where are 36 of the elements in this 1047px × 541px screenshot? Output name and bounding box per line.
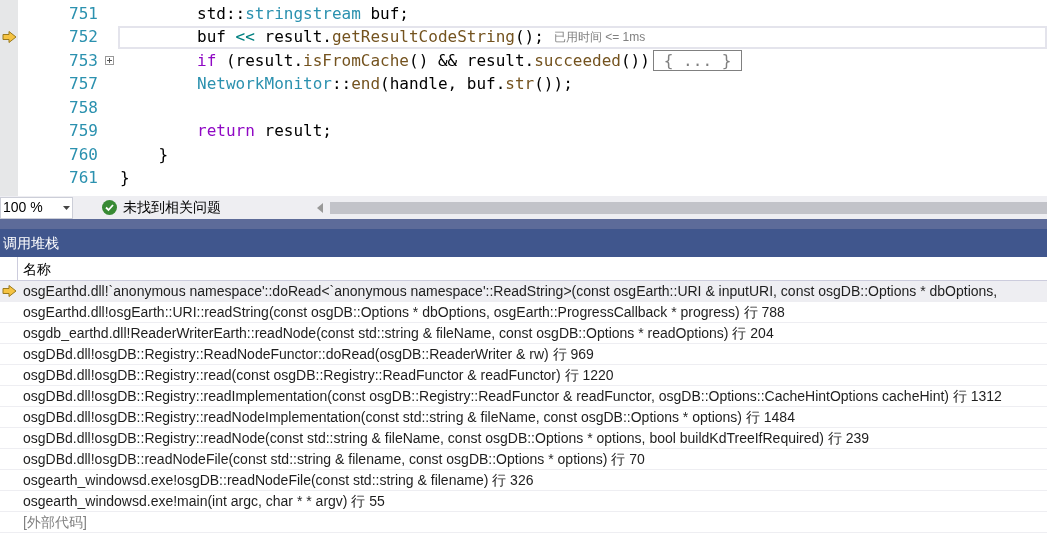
line-number: 751 — [68, 2, 99, 25]
code-line: return result; — [196, 120, 333, 143]
call-stack-frame[interactable]: osgDBd.dll!osgDB::Registry::ReadNodeFunctor::doRead(osgDB::ReaderWriter & rw) 行 969 — [18, 344, 599, 364]
call-stack-frame[interactable]: osgEarthd.dll!osgEarth::URI::readString(const osgDB::Options * dbOptions, osgEarth::ProgressCallback * progress) 行 788 — [18, 302, 790, 322]
call-stack-frame[interactable]: [外部代码] — [18, 512, 92, 532]
line-number: 759 — [68, 120, 99, 143]
call-stack-frame[interactable]: osgDBd.dll!osgDB::Registry::read(const osgDB::Registry::ReadFunctor & readFunctor) 行 1220 — [18, 365, 619, 385]
code-line: NetworkMonitor::end(handle, buf.str()); — [196, 73, 574, 96]
call-stack-frame[interactable]: osgdb_earthd.dll!ReaderWriterEarth::readNode(const std::string & fileName, const osgDB::Options * readOptions) 行 204 — [18, 323, 779, 343]
call-stack-frame[interactable]: osgDBd.dll!osgDB::Registry::readNode(const std::string & fileName, const osgDB::Options * options, bool buildKdTreeIfRequired) 行 239 — [18, 428, 875, 448]
line-number: 753 — [68, 49, 99, 72]
line-number: 757 — [68, 73, 99, 96]
code-line: std::stringstream buf; — [196, 2, 410, 25]
line-number: 761 — [68, 167, 99, 190]
call-stack-frame[interactable]: osgearth_windowsd.exe!osgDB::readNodeFile(const std::string & filename) 行 326 — [18, 470, 539, 490]
line-number: 758 — [68, 96, 99, 119]
call-stack-frame[interactable]: osgDBd.dll!osgDB::Registry::readNodeImplementation(const std::string & fileName, const osgDB::Options * options) 行 1484 — [18, 407, 800, 427]
call-stack-frame[interactable]: osgDBd.dll!osgDB::Registry::readImplementation(const osgDB::Registry::ReadFunctor & readFunctor, osgDB::Options::CacheHintOptions cacheHint) 行 1312 — [18, 386, 1007, 406]
expand-icon[interactable] — [104, 56, 114, 66]
code-line: } — [119, 167, 131, 190]
panel-title: 调用堆栈 — [3, 233, 59, 253]
column-header[interactable]: 名称 — [18, 257, 56, 280]
code-line: } — [157, 143, 170, 166]
line-number: 760 — [68, 143, 99, 166]
caret-icon — [63, 205, 70, 210]
call-stack-frame[interactable]: osgearth_windowsd.exe!main(int argc, char * * argv) 行 55 — [18, 491, 390, 511]
line-number: 752 — [68, 26, 99, 49]
check-icon — [102, 200, 117, 215]
call-stack-frame[interactable]: osgDBd.dll!osgDB::readNodeFile(const std::string & filename, const osgDB::Options * options) 行 70 — [18, 449, 650, 469]
zoom-dropdown[interactable]: 100 % — [0, 196, 73, 219]
horizontal-scrollbar[interactable] — [330, 201, 1047, 214]
collapsed-block[interactable]: { ... } — [652, 50, 743, 72]
issues-status: 未找到相关问题 — [123, 198, 221, 217]
elapsed-time-hint: 已用时间 <= 1ms — [553, 29, 646, 47]
scroll-left-icon[interactable] — [317, 202, 323, 213]
code-line: if (result.isFromCache() && result.succeeded()) { ... } — [118, 49, 1047, 73]
